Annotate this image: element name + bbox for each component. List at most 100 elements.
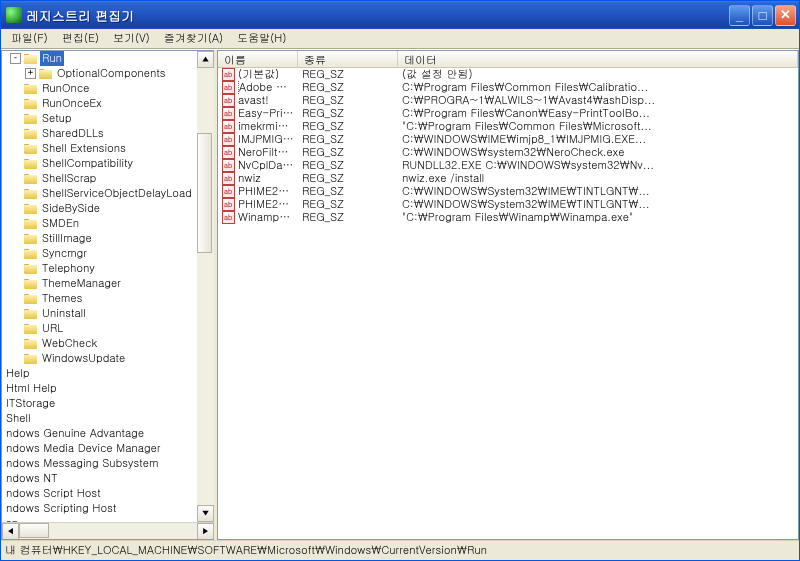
tree-item[interactable]: StillImage: [2, 231, 214, 246]
menu-view[interactable]: 보기(V): [107, 29, 156, 48]
tree-item[interactable]: SideBySide: [2, 201, 214, 216]
string-value-icon: [222, 107, 235, 120]
vscroll-thumb[interactable]: [197, 133, 212, 253]
scroll-right-button[interactable]: ▶: [197, 523, 214, 540]
scroll-left-button[interactable]: ◀: [2, 523, 19, 540]
tree-item[interactable]: ndows Script Host: [2, 486, 214, 501]
tree-item[interactable]: Help: [2, 366, 214, 381]
tree-item-label: ndows NT: [4, 471, 60, 486]
statusbar: 내 컴퓨터\HKEY_LOCAL_MACHINE\SOFTWARE\Micros…: [1, 540, 799, 560]
tree-item-label: URL: [40, 321, 65, 336]
tree-item-label: ndows Genuine Advantage: [4, 426, 146, 441]
col-data[interactable]: 데이터: [398, 51, 798, 67]
tree-item-label: ITStorage: [4, 396, 57, 411]
tree-item[interactable]: Syncmgr: [2, 246, 214, 261]
tree-item[interactable]: ndows Messaging Subsystem: [2, 456, 214, 471]
folder-icon: [24, 323, 37, 334]
tree-item[interactable]: ShellCompatibility: [2, 156, 214, 171]
folder-icon: [24, 98, 37, 109]
string-value-icon: [222, 133, 235, 146]
tree-item[interactable]: Shell Extensions: [2, 141, 214, 156]
tree-item-label: Uninstall: [40, 306, 88, 321]
tree-item[interactable]: - Run: [2, 51, 214, 66]
col-name[interactable]: 이름: [218, 51, 298, 67]
tree-item-label: Help: [4, 366, 31, 381]
menu-file[interactable]: 파일(F): [5, 29, 54, 48]
window-controls: _ □ ✕: [729, 5, 796, 26]
tree-item-label: Run: [40, 51, 64, 66]
maximize-button[interactable]: □: [752, 5, 773, 26]
tree-item-label: RunOnceEx: [40, 96, 104, 111]
minimize-button[interactable]: _: [729, 5, 750, 26]
scroll-down-button[interactable]: ▼: [197, 505, 214, 522]
string-value-icon: [222, 159, 235, 172]
tree-item[interactable]: Themes: [2, 291, 214, 306]
tree-vscrollbar[interactable]: ▲ ▼: [197, 51, 214, 522]
menu-help[interactable]: 도움말(H): [231, 29, 292, 48]
tree-body[interactable]: -Run+OptionalComponentsRunOnceRunOnceExS…: [2, 51, 214, 522]
tree-item[interactable]: ShellScrap: [2, 171, 214, 186]
string-value-icon: [222, 94, 235, 107]
hscroll-thumb[interactable]: [19, 523, 49, 538]
col-type[interactable]: 종류: [298, 51, 398, 67]
tree-item[interactable]: WebCheck: [2, 336, 214, 351]
tree-item[interactable]: ThemeManager: [2, 276, 214, 291]
tree-item[interactable]: Telephony: [2, 261, 214, 276]
tree-item[interactable]: ITStorage: [2, 396, 214, 411]
tree-item[interactable]: ndows Scripting Host: [2, 501, 214, 516]
folder-icon: [24, 353, 37, 364]
tree-item-label: StillImage: [40, 231, 94, 246]
tree-item[interactable]: ndows NT: [2, 471, 214, 486]
tree-item-label: Shell Extensions: [40, 141, 128, 156]
folder-icon: [24, 158, 37, 169]
menubar: 파일(F) 편집(E) 보기(V) 즐겨찾기(A) 도움말(H): [1, 29, 799, 49]
tree-item-label: ndows Scripting Host: [4, 501, 118, 516]
tree-item[interactable]: SharedDLLs: [2, 126, 214, 141]
tree-item-label: WebCheck: [40, 336, 99, 351]
expand-toggle[interactable]: -: [10, 53, 21, 64]
menu-edit[interactable]: 편집(E): [56, 29, 105, 48]
tree-item[interactable]: ShellServiceObjectDelayLoad: [2, 186, 214, 201]
regedit-icon: [6, 7, 22, 23]
string-value-icon: [222, 146, 235, 159]
close-button[interactable]: ✕: [775, 5, 796, 26]
titlebar[interactable]: 레지스트리 편집기 _ □ ✕: [1, 1, 799, 29]
tree-item[interactable]: Html Help: [2, 381, 214, 396]
scroll-up-button[interactable]: ▲: [197, 51, 214, 68]
tree-item[interactable]: RunOnce: [2, 81, 214, 96]
tree-item-label: SharedDLLs: [40, 126, 106, 141]
tree-item[interactable]: sp: [2, 516, 214, 522]
tree-item[interactable]: Setup: [2, 111, 214, 126]
folder-icon: [24, 83, 37, 94]
list-body[interactable]: (기본값)REG_SZ(값 설정 안됨)Adobe Gamm...REG_SZC…: [218, 68, 798, 539]
expand-toggle[interactable]: +: [25, 68, 36, 79]
tree-item[interactable]: URL: [2, 321, 214, 336]
status-path: 내 컴퓨터\HKEY_LOCAL_MACHINE\SOFTWARE\Micros…: [5, 543, 487, 558]
list-row[interactable]: WinampAgentREG_SZ"C:\Program Files\Winam…: [218, 211, 798, 224]
folder-icon: [39, 68, 52, 79]
content-area: -Run+OptionalComponentsRunOnceRunOnceExS…: [1, 49, 799, 540]
tree-item-label: ShellCompatibility: [40, 156, 135, 171]
vscroll-track[interactable]: [197, 68, 214, 505]
folder-icon: [24, 338, 37, 349]
tree-item[interactable]: Uninstall: [2, 306, 214, 321]
hscroll-track[interactable]: [19, 523, 197, 539]
tree-item[interactable]: Shell: [2, 411, 214, 426]
tree-hscrollbar[interactable]: ◀ ▶: [2, 522, 214, 539]
list-header: 이름 종류 데이터: [218, 51, 798, 68]
folder-icon: [24, 188, 37, 199]
tree-item[interactable]: +OptionalComponents: [2, 66, 214, 81]
tree-item[interactable]: ndows Media Device Manager: [2, 441, 214, 456]
tree-item[interactable]: WindowsUpdate: [2, 351, 214, 366]
tree-item-label: sp: [4, 516, 20, 522]
folder-icon: [24, 53, 37, 64]
tree-item-label: Setup: [40, 111, 74, 126]
tree-item-label: Syncmgr: [40, 246, 89, 261]
menu-favorites[interactable]: 즐겨찾기(A): [158, 29, 229, 48]
folder-icon: [24, 293, 37, 304]
tree-panel: -Run+OptionalComponentsRunOnceRunOnceExS…: [1, 50, 214, 540]
tree-item[interactable]: ndows Genuine Advantage: [2, 426, 214, 441]
folder-icon: [24, 233, 37, 244]
tree-item[interactable]: SMDEn: [2, 216, 214, 231]
tree-item[interactable]: RunOnceEx: [2, 96, 214, 111]
